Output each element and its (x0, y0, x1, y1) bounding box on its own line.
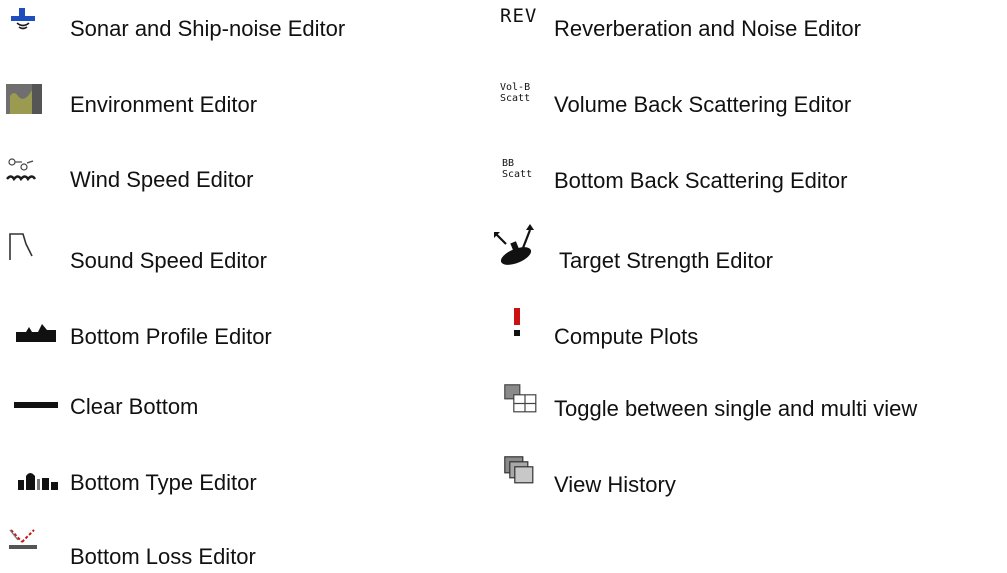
volume-scattering-icon: Vol-B Scatt (500, 82, 530, 104)
bottom-type-icon (18, 473, 58, 490)
legend-item-toggle-view: Toggle between single and multi view (490, 384, 1005, 428)
legend-label: Volume Back Scattering Editor (554, 92, 852, 117)
legend-item-environment: Environment Editor (0, 80, 500, 124)
legend-item-view-history: View History (490, 456, 1000, 500)
icon-line: Scatt (500, 93, 531, 104)
legend-label: Environment Editor (70, 92, 258, 117)
legend-label: View History (554, 472, 676, 497)
view-history-icon (504, 456, 534, 484)
legend-item-wind-speed: Wind Speed Editor (0, 155, 500, 199)
legend-label: Bottom Loss Editor (70, 544, 256, 569)
legend-item-bottom-scattering: BB Scatt Bottom Back Scattering Editor (490, 158, 1000, 202)
legend-item-compute-plots: Compute Plots (490, 308, 1000, 352)
legend-item-bottom-type: Bottom Type Editor (0, 460, 500, 504)
legend-item-sonar: Sonar and Ship-noise Editor (0, 6, 500, 50)
icon-line: BB (502, 158, 515, 169)
legend-item-bottom-loss: Bottom Loss Editor (0, 528, 500, 572)
legend-item-bottom-profile: Bottom Profile Editor (0, 314, 500, 358)
legend-label: Wind Speed Editor (70, 167, 254, 192)
legend-label: Bottom Profile Editor (70, 324, 272, 349)
toggle-view-icon (504, 384, 537, 413)
bottom-scattering-icon: BB Scatt (502, 158, 532, 180)
sonar-ship-icon (11, 8, 35, 30)
bottom-loss-icon (9, 529, 37, 549)
legend-label: Reverberation and Noise Editor (554, 16, 861, 41)
icon-legend: Sonar and Ship-noise Editor Environment … (0, 0, 1007, 573)
legend-label: Target Strength Editor (559, 248, 774, 273)
legend-label: Sound Speed Editor (70, 248, 267, 273)
clear-bottom-icon (14, 402, 58, 408)
legend-item-target-strength: Target Strength Editor (490, 224, 1000, 273)
legend-label: Bottom Back Scattering Editor (554, 168, 848, 193)
legend-label: Toggle between single and multi view (554, 396, 918, 421)
legend-label: Sonar and Ship-noise Editor (70, 16, 346, 41)
target-strength-icon (494, 224, 534, 265)
environment-icon (6, 84, 42, 114)
legend-item-clear-bottom: Clear Bottom (0, 386, 500, 430)
icon-line: Scatt (502, 169, 533, 180)
bottom-profile-icon (16, 324, 56, 342)
legend-item-reverberation: REV Reverberation and Noise Editor (490, 6, 1000, 50)
wind-speed-icon (6, 158, 36, 182)
reverberation-icon: REV (500, 5, 538, 27)
sound-speed-icon (9, 233, 33, 260)
legend-item-sound-speed: Sound Speed Editor (0, 230, 500, 274)
compute-plots-icon (514, 308, 520, 336)
legend-label: Clear Bottom (70, 394, 199, 419)
legend-label: Bottom Type Editor (70, 470, 257, 495)
icon-line: Vol-B (500, 82, 531, 93)
legend-item-volume-scattering: Vol-B Scatt Volume Back Scattering Edito… (490, 82, 1000, 126)
legend-label: Compute Plots (554, 324, 699, 349)
